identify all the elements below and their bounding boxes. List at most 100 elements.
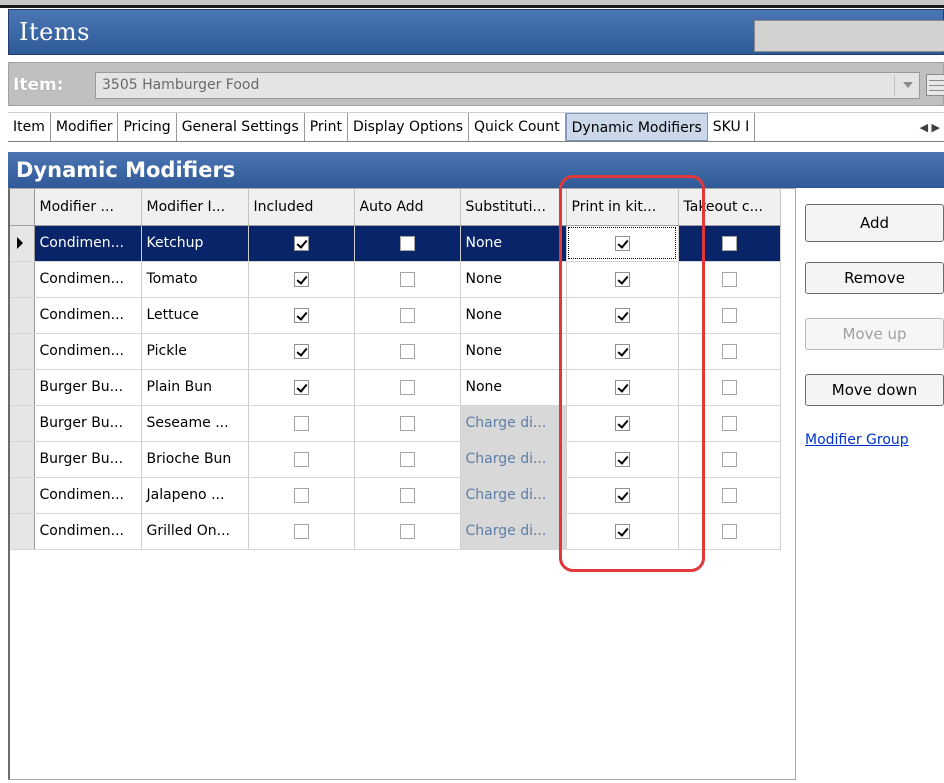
row-selector[interactable] (10, 477, 35, 514)
takeout-checkbox[interactable] (721, 379, 737, 395)
modifier-group-cell[interactable]: Condimen... (34, 513, 142, 550)
print-in-kitchen-checkbox[interactable] (614, 379, 630, 395)
row-selector[interactable] (10, 441, 35, 478)
included-checkbox[interactable] (293, 271, 309, 287)
tab-quick-count[interactable]: Quick Count (469, 113, 566, 141)
table-row[interactable]: Condimen... Ketchup None (10, 225, 781, 262)
modifier-item-cell[interactable]: Jalapeno ... (141, 477, 249, 514)
takeout-checkbox[interactable] (721, 415, 737, 431)
tab-sku[interactable]: SKU I (708, 113, 756, 141)
table-row[interactable]: Condimen... Lettuce None (10, 297, 781, 334)
included-checkbox[interactable] (293, 343, 309, 359)
column-header-modifier-item[interactable]: Modifier I... (141, 189, 249, 226)
substitution-cell[interactable]: None (460, 333, 567, 370)
column-header-print-in-kitchen[interactable]: Print in kit... (566, 189, 679, 226)
takeout-checkbox[interactable] (721, 307, 737, 323)
modifier-item-cell[interactable]: Seseame ... (141, 405, 249, 442)
auto-add-checkbox[interactable] (399, 451, 415, 467)
tab-dynamic-modifiers[interactable]: Dynamic Modifiers (565, 113, 708, 141)
auto-add-checkbox[interactable] (399, 235, 415, 251)
tab-scroll-arrows-icon[interactable]: ◀ ▶ (920, 121, 940, 134)
print-in-kitchen-checkbox[interactable] (614, 343, 630, 359)
row-selector[interactable] (10, 297, 35, 334)
add-button[interactable]: Add (805, 204, 944, 242)
modifier-item-cell[interactable]: Lettuce (141, 297, 249, 334)
modifier-group-cell[interactable]: Condimen... (34, 333, 142, 370)
auto-add-checkbox[interactable] (399, 415, 415, 431)
move-up-button[interactable]: Move up (805, 318, 944, 350)
takeout-checkbox[interactable] (721, 451, 737, 467)
table-row[interactable]: Condimen... Pickle None (10, 333, 781, 370)
table-row[interactable]: Burger Bu... Seseame ... Charge di... (10, 405, 781, 442)
takeout-checkbox[interactable] (721, 343, 737, 359)
modifier-item-cell[interactable]: Grilled On... (141, 513, 249, 550)
print-in-kitchen-checkbox[interactable] (614, 487, 630, 503)
auto-add-checkbox[interactable] (399, 379, 415, 395)
modifier-item-cell[interactable]: Pickle (141, 333, 249, 370)
substitution-cell[interactable]: None (460, 261, 567, 298)
modifier-group-cell[interactable]: Condimen... (34, 261, 142, 298)
row-selector[interactable] (10, 261, 35, 298)
tab-display-options[interactable]: Display Options (348, 113, 470, 141)
takeout-checkbox[interactable] (721, 523, 737, 539)
modifier-group-cell[interactable]: Burger Bu... (34, 441, 142, 478)
modifier-item-cell[interactable]: Tomato (141, 261, 249, 298)
modifier-group-link[interactable]: Modifier Group (805, 432, 909, 448)
tab-item[interactable]: Item (8, 113, 51, 141)
column-header-takeout[interactable]: Takeout c... (678, 189, 781, 226)
print-in-kitchen-checkbox[interactable] (614, 271, 630, 287)
auto-add-checkbox[interactable] (399, 487, 415, 503)
table-row[interactable]: Condimen... Grilled On... Charge di... (10, 513, 781, 550)
column-header-substitution[interactable]: Substituti... (460, 189, 567, 226)
remove-button[interactable]: Remove (805, 262, 944, 294)
row-selector[interactable] (10, 513, 35, 550)
table-row[interactable]: Condimen... Jalapeno ... Charge di... (10, 477, 781, 514)
substitution-cell[interactable]: Charge di... (460, 513, 567, 550)
takeout-checkbox[interactable] (721, 487, 737, 503)
tab-print[interactable]: Print (305, 113, 348, 141)
included-checkbox[interactable] (293, 523, 309, 539)
auto-add-checkbox[interactable] (399, 523, 415, 539)
auto-add-checkbox[interactable] (399, 307, 415, 323)
included-checkbox[interactable] (293, 235, 309, 251)
column-header-modifier-group[interactable]: Modifier ... (34, 189, 142, 226)
print-in-kitchen-checkbox[interactable] (614, 235, 630, 251)
substitution-cell[interactable]: None (460, 225, 567, 262)
tab-modifier[interactable]: Modifier (51, 113, 119, 141)
substitution-cell[interactable]: Charge di... (460, 477, 567, 514)
row-selector[interactable] (10, 405, 35, 442)
modifier-group-cell[interactable]: Burger Bu... (34, 405, 142, 442)
modifier-item-cell[interactable]: Brioche Bun (141, 441, 249, 478)
tab-pricing[interactable]: Pricing (118, 113, 177, 141)
included-checkbox[interactable] (293, 415, 309, 431)
modifier-group-cell[interactable]: Condimen... (34, 225, 142, 262)
substitution-cell[interactable]: None (460, 297, 567, 334)
modifier-item-cell[interactable]: Plain Bun (141, 369, 249, 406)
row-selector[interactable] (10, 333, 35, 370)
move-down-button[interactable]: Move down (805, 374, 944, 406)
modifier-group-cell[interactable]: Condimen... (34, 297, 142, 334)
auto-add-checkbox[interactable] (399, 271, 415, 287)
included-checkbox[interactable] (293, 487, 309, 503)
modifier-item-cell[interactable]: Ketchup (141, 225, 249, 262)
takeout-checkbox[interactable] (721, 271, 737, 287)
print-in-kitchen-checkbox[interactable] (614, 523, 630, 539)
item-combo[interactable]: 3505 Hamburger Food (95, 72, 920, 99)
row-selector[interactable] (10, 369, 35, 406)
substitution-cell[interactable]: None (460, 369, 567, 406)
grid-view-icon[interactable] (926, 74, 944, 96)
takeout-checkbox[interactable] (721, 235, 737, 251)
included-checkbox[interactable] (293, 307, 309, 323)
print-in-kitchen-checkbox[interactable] (614, 307, 630, 323)
auto-add-checkbox[interactable] (399, 343, 415, 359)
column-header-auto-add[interactable]: Auto Add (354, 189, 461, 226)
included-checkbox[interactable] (293, 379, 309, 395)
modifier-group-cell[interactable]: Burger Bu... (34, 369, 142, 406)
substitution-cell[interactable]: Charge di... (460, 405, 567, 442)
table-row[interactable]: Burger Bu... Plain Bun None (10, 369, 781, 406)
tab-general-settings[interactable]: General Settings (177, 113, 305, 141)
chevron-down-icon[interactable] (903, 82, 913, 88)
table-row[interactable]: Burger Bu... Brioche Bun Charge di... (10, 441, 781, 478)
included-checkbox[interactable] (293, 451, 309, 467)
print-in-kitchen-checkbox[interactable] (614, 415, 630, 431)
